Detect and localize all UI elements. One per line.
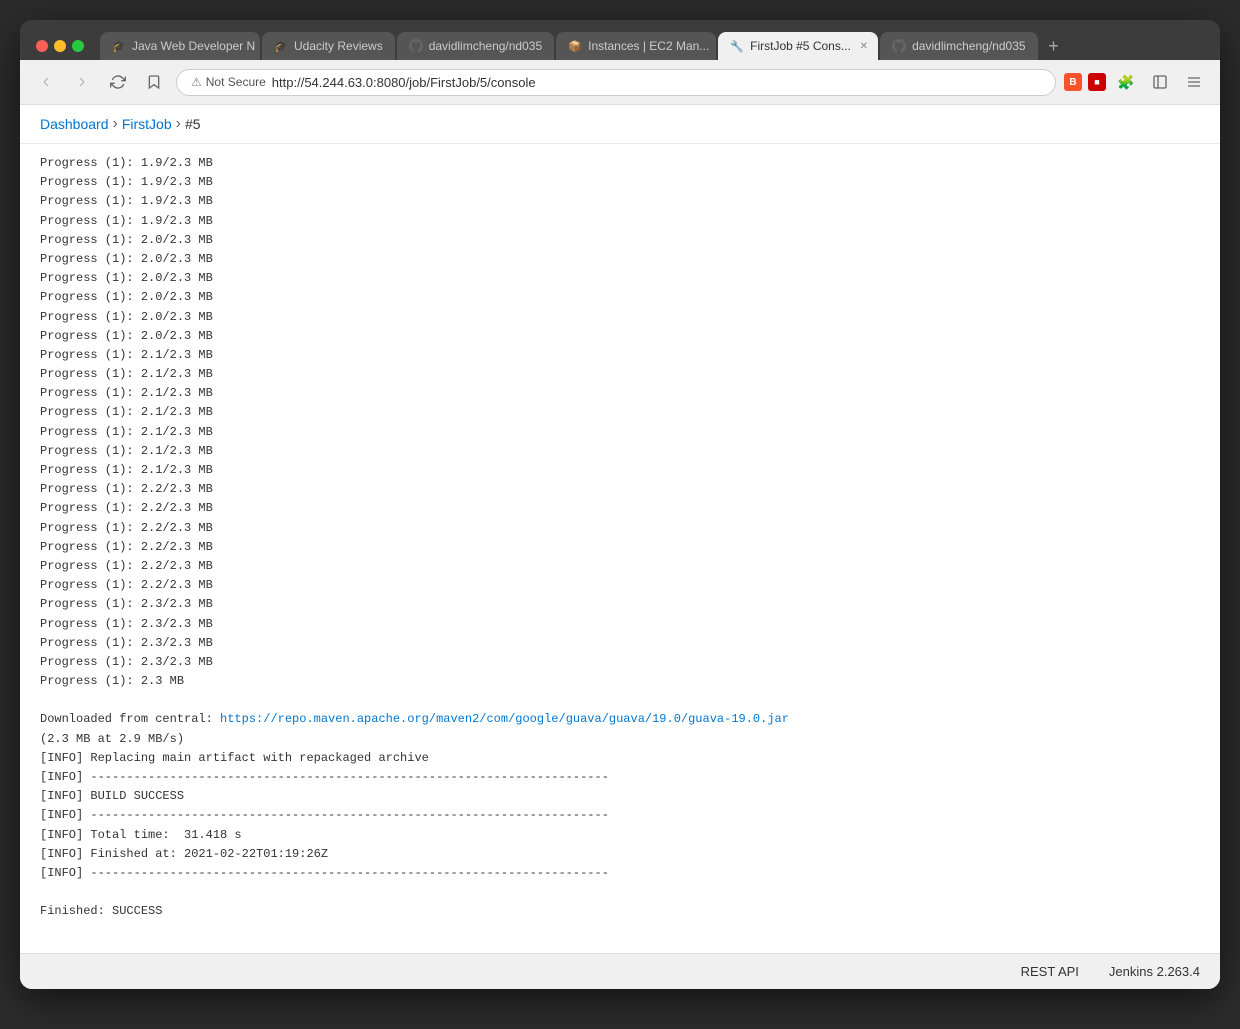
console-line: Progress (1): 2.2/2.3 MB [40,557,1200,576]
console-info-line: [INFO] ---------------------------------… [40,768,1200,787]
console-line: Progress (1): 2.3/2.3 MB [40,595,1200,614]
footer-bar: REST API Jenkins 2.263.4 [20,953,1220,989]
back-button[interactable] [32,68,60,96]
brave-shield-icon[interactable]: B [1064,73,1082,91]
tab-icon: 🎓 [274,39,288,53]
console-line: Progress (1): 2.1/2.3 MB [40,403,1200,422]
menu-button[interactable] [1180,68,1208,96]
github-icon [892,39,906,53]
tab-label: FirstJob #5 Cons... [750,39,851,53]
not-secure-label: Not Secure [206,75,266,89]
tab-close-button[interactable]: ✕ [857,39,871,53]
tab-ec2[interactable]: 📦 Instances | EC2 Man... [556,32,716,60]
new-tab-button[interactable]: + [1040,32,1068,60]
console-line: Progress (1): 2.2/2.3 MB [40,576,1200,595]
console-line: Progress (1): 1.9/2.3 MB [40,154,1200,173]
tab-label: Instances | EC2 Man... [588,39,709,53]
tab-github-2[interactable]: davidlimcheng/nd035 [880,32,1037,60]
close-button[interactable] [36,40,48,52]
breadcrumb-dashboard[interactable]: Dashboard [40,116,109,132]
breadcrumb-firstjob[interactable]: FirstJob [122,116,172,132]
console-info-line: [INFO] BUILD SUCCESS [40,787,1200,806]
sidebar-button[interactable] [1146,68,1174,96]
console-line: Progress (1): 2.3/2.3 MB [40,634,1200,653]
console-line: Progress (1): 2.0/2.3 MB [40,288,1200,307]
tab-label: Udacity Reviews [294,39,383,53]
console-line: Progress (1): 2.0/2.3 MB [40,231,1200,250]
console-line: Progress (1): 2.0/2.3 MB [40,269,1200,288]
breadcrumb-sep-2: › [176,115,181,133]
url-text: http://54.244.63.0:8080/job/FirstJob/5/c… [272,75,536,90]
console-line: Progress (1): 2.2/2.3 MB [40,480,1200,499]
maven-jar-link[interactable]: https://repo.maven.apache.org/maven2/com… [220,712,789,726]
console-line: Progress (1): 1.9/2.3 MB [40,173,1200,192]
console-finished-line: Finished: SUCCESS [40,902,1200,921]
breadcrumb-build-number: #5 [185,116,201,132]
console-line: Progress (1): 1.9/2.3 MB [40,192,1200,211]
jenkins-content: Dashboard › FirstJob › #5 Progress (1): … [20,105,1220,989]
console-info-line: [INFO] Replacing main artifact with repa… [40,749,1200,768]
console-line: Progress (1): 2.1/2.3 MB [40,423,1200,442]
tab-icon: 🎓 [112,39,126,53]
bookmark-button[interactable] [140,68,168,96]
console-line: Progress (1): 2.2/2.3 MB [40,499,1200,518]
console-line: Progress (1): 2.1/2.3 MB [40,365,1200,384]
breadcrumb: Dashboard › FirstJob › #5 [20,105,1220,144]
traffic-lights [36,40,84,52]
console-line: Progress (1): 2.0/2.3 MB [40,308,1200,327]
console-info-line: [INFO] Finished at: 2021-02-22T01:19:26Z [40,845,1200,864]
forward-button[interactable] [68,68,96,96]
github-icon [409,39,423,53]
console-line: Progress (1): 2.0/2.3 MB [40,250,1200,269]
console-info-line: [INFO] ---------------------------------… [40,806,1200,825]
maximize-button[interactable] [72,40,84,52]
url-display: http://54.244.63.0:8080/job/FirstJob/5/c… [272,75,536,90]
console-line: Progress (1): 2.3/2.3 MB [40,653,1200,672]
nav-right-controls: B ■ 🧩 [1064,68,1208,96]
tab-github-1[interactable]: davidlimcheng/nd035 [397,32,554,60]
minimize-button[interactable] [54,40,66,52]
console-line: Progress (1): 2.1/2.3 MB [40,442,1200,461]
console-size-line: (2.3 MB at 2.9 MB/s) [40,730,1200,749]
tab-label: davidlimcheng/nd035 [912,39,1025,53]
extensions-button[interactable]: 🧩 [1112,68,1140,96]
address-bar[interactable]: ⚠ Not Secure http://54.244.63.0:8080/job… [176,69,1056,96]
tab-label: davidlimcheng/nd035 [429,39,542,53]
jenkins-icon: 🔧 [730,39,744,53]
nav-bar: ⚠ Not Secure http://54.244.63.0:8080/job… [20,60,1220,105]
console-line: Progress (1): 2.1/2.3 MB [40,461,1200,480]
tab-jenkins-console[interactable]: 🔧 FirstJob #5 Cons... ✕ [718,32,878,60]
console-line: Progress (1): 2.3/2.3 MB [40,615,1200,634]
console-line: Progress (1): 2.1/2.3 MB [40,384,1200,403]
console-line: Progress (1): 2.3 MB [40,672,1200,691]
title-bar: 🎓 Java Web Developer N 🎓 Udacity Reviews… [20,20,1220,60]
console-info-line: [INFO] ---------------------------------… [40,864,1200,883]
console-output[interactable]: Progress (1): 1.9/2.3 MBProgress (1): 1.… [20,144,1220,953]
warning-icon: ⚠ [191,75,202,89]
reload-button[interactable] [104,68,132,96]
jenkins-version-label: Jenkins 2.263.4 [1109,964,1200,979]
console-downloaded-line: Downloaded from central: https://repo.ma… [40,710,1200,729]
extension-icon-red[interactable]: ■ [1088,73,1106,91]
console-line: Progress (1): 2.1/2.3 MB [40,346,1200,365]
browser-window: 🎓 Java Web Developer N 🎓 Udacity Reviews… [20,20,1220,989]
console-line: Progress (1): 2.2/2.3 MB [40,538,1200,557]
console-line: Progress (1): 2.0/2.3 MB [40,327,1200,346]
console-info-line: [INFO] Total time: 31.418 s [40,826,1200,845]
console-line: Progress (1): 2.2/2.3 MB [40,519,1200,538]
tab-java-web-developer[interactable]: 🎓 Java Web Developer N [100,32,260,60]
tabs-bar: 🎓 Java Web Developer N 🎓 Udacity Reviews… [100,32,1204,60]
tab-icon: 📦 [568,39,582,53]
not-secure-indicator: ⚠ Not Secure [191,75,266,89]
tab-label: Java Web Developer N [132,39,255,53]
console-line: Progress (1): 1.9/2.3 MB [40,212,1200,231]
tab-udacity-reviews[interactable]: 🎓 Udacity Reviews [262,32,395,60]
breadcrumb-sep-1: › [113,115,118,133]
rest-api-link[interactable]: REST API [1021,964,1079,979]
